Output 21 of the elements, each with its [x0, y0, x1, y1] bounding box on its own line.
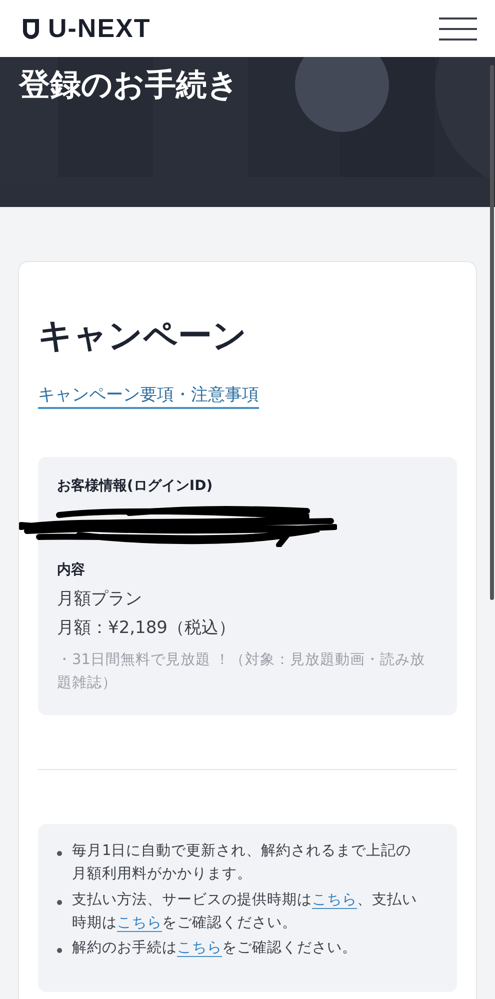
scrollbar[interactable] [490, 65, 494, 600]
plan-note: ・31日間無料で見放題 ！（対象：見放題動画・読み放題雑誌） [57, 650, 426, 693]
plan-price: 月額：¥2,189（税込） [57, 616, 236, 639]
bullet-icon [57, 851, 62, 856]
content-label: 内容 [57, 560, 86, 579]
link[interactable]: こちら [312, 892, 357, 909]
logo-text[interactable]: U-NEXT [48, 13, 151, 44]
plan-name: 月額プラン [57, 588, 143, 610]
page-title: 登録のお手続き [18, 66, 240, 104]
note-text: 毎月1日に自動で更新され、解約されるまで上記の月額利用料がかかります。 [72, 842, 412, 884]
note-text: 支払い方法、サービスの提供時期は こちら、支払い時期は こちら をご確認ください。 [72, 890, 417, 934]
campaign-terms-link[interactable]: キャンペーン要項・注意事項 [38, 382, 259, 409]
customer-label: お客様情報(ログインID) [57, 476, 214, 495]
bullet-icon [57, 948, 62, 953]
note-text: 解約のお手続は こちら をご確認ください。 [72, 938, 357, 959]
campaign-heading: キャンペーン [38, 316, 248, 357]
shield-icon [22, 18, 40, 40]
link[interactable]: こちら [117, 914, 162, 932]
link[interactable]: こちら [177, 940, 222, 957]
bullet-icon [57, 900, 62, 905]
menu-icon[interactable] [439, 16, 477, 40]
